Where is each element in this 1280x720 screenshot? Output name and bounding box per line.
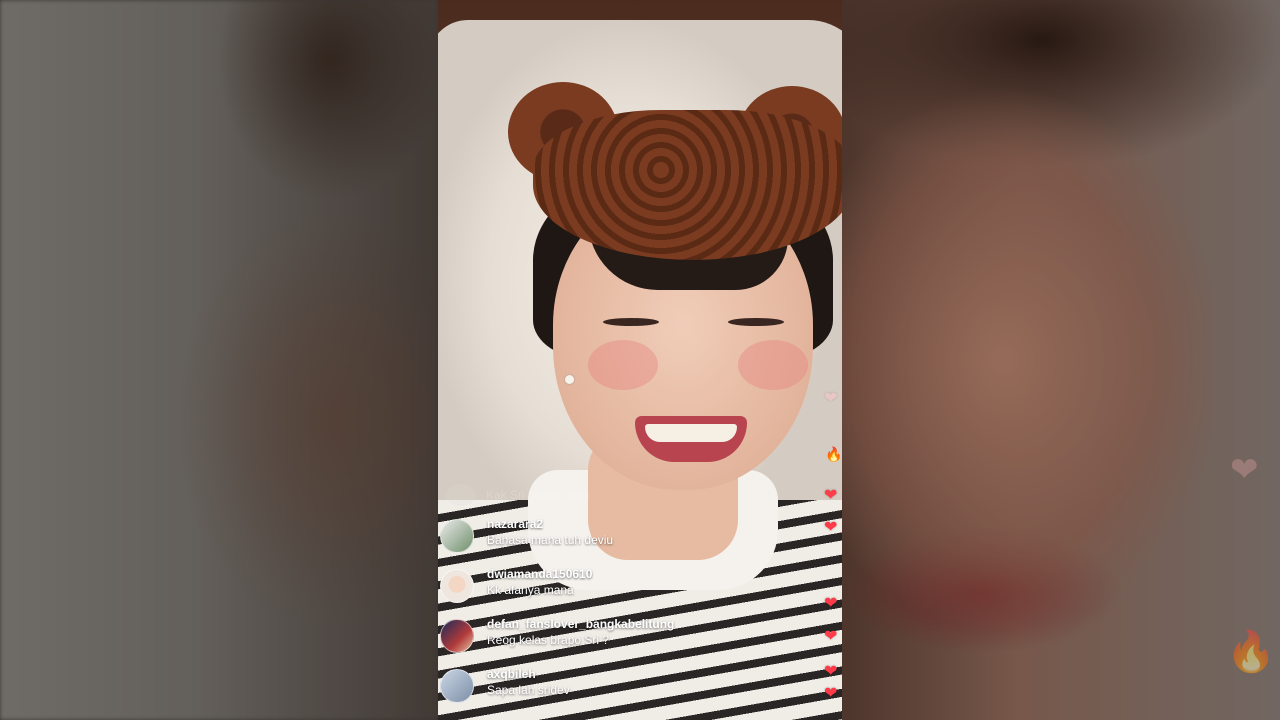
avatar[interactable] xyxy=(440,569,474,603)
heart-icon: ❤ xyxy=(824,595,838,612)
avatar xyxy=(446,484,476,506)
heart-icon: ❤ xyxy=(824,663,838,680)
eye-right xyxy=(728,318,784,326)
avatar[interactable] xyxy=(440,519,474,553)
flame-icon: 🔥 xyxy=(825,446,843,462)
teeth xyxy=(645,424,737,442)
avatar[interactable] xyxy=(440,669,474,703)
comment-username[interactable]: nazarara2 xyxy=(487,516,613,532)
comment-message: Reog kelas brapo Sri ? xyxy=(487,633,610,647)
comment-item[interactable]: nazarara2 Bahasa mana tuh deviu xyxy=(440,516,770,553)
avatar[interactable] xyxy=(440,619,474,653)
cheek-left xyxy=(588,340,658,390)
comment-username[interactable]: dwiamanda150610 xyxy=(487,566,592,582)
heart-icon: ❤ xyxy=(824,519,838,536)
reaction-stream: ❤ 🔥 ❤ ❤ ❤ ❤ ❤ ❤ xyxy=(824,0,844,720)
cheek-right xyxy=(738,340,808,390)
heart-icon: ❤ xyxy=(1230,451,1259,489)
comment-message: Sapa lah sridev xyxy=(487,683,570,697)
heart-icon: ❤ xyxy=(824,628,838,645)
comment-message: Kk afanya mana xyxy=(487,583,574,597)
flame-icon: 🔥 xyxy=(1226,630,1276,674)
heart-icon: ❤ xyxy=(824,685,838,702)
blurred-backdrop-right xyxy=(842,0,1280,720)
comment-username[interactable]: defan_fanslover_bangkabelitung xyxy=(487,616,674,632)
pearl-earring xyxy=(565,375,574,384)
comment-item[interactable]: defan_fanslover_bangkabelitung Reog kela… xyxy=(440,616,770,653)
comment-item[interactable]: dwiamanda150610 Kk afanya mana xyxy=(440,566,770,603)
faded-comment-text: Kak Sri pusea nonk xyxy=(486,488,591,502)
bear-headband xyxy=(533,110,842,260)
comment-item[interactable]: axqbileh Sapa lah sridev xyxy=(440,666,770,703)
comment-message: Bahasa mana tuh deviu xyxy=(487,533,614,547)
live-video-frame[interactable]: Kak Sri pusea nonk nazarara2 Bahasa mana… xyxy=(438,0,842,720)
blurred-backdrop-left xyxy=(0,0,438,720)
eye-left xyxy=(603,318,659,326)
heart-icon: ❤ xyxy=(824,390,838,407)
faded-comment: Kak Sri pusea nonk xyxy=(446,484,590,506)
comment-username[interactable]: axqbileh xyxy=(487,666,570,682)
heart-icon: ❤ xyxy=(824,487,838,504)
